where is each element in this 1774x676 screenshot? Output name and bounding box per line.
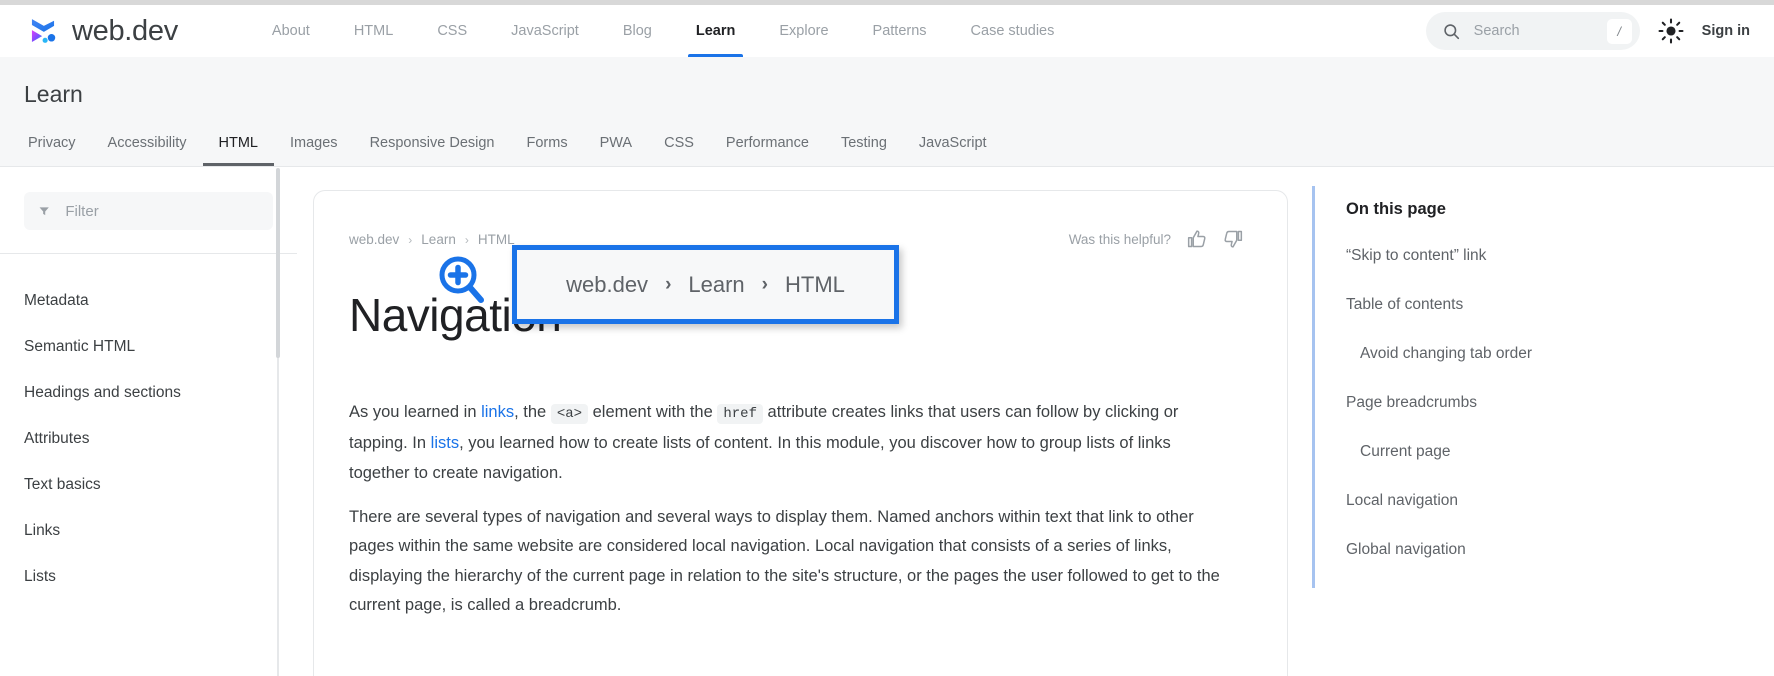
tab-performance[interactable]: Performance bbox=[710, 120, 825, 166]
callout-separator-icon: › bbox=[665, 274, 671, 296]
on-this-page-toc: On this page “Skip to content” link Tabl… bbox=[1312, 186, 1774, 588]
sun-icon[interactable] bbox=[1658, 18, 1684, 44]
tab-forms[interactable]: Forms bbox=[511, 120, 584, 166]
nav-item-about[interactable]: About bbox=[250, 5, 332, 57]
toc-item-current-page[interactable]: Current page bbox=[1346, 440, 1536, 464]
nav-item-learn[interactable]: Learn bbox=[674, 5, 758, 57]
para1-text-5: , you learned how to create lists of con… bbox=[349, 434, 1171, 482]
sidebar-item-links[interactable]: Links bbox=[0, 508, 297, 554]
section-header: Learn Privacy Accessibility HTML Images … bbox=[0, 57, 1774, 167]
tab-html[interactable]: HTML bbox=[203, 120, 274, 166]
breadcrumb-item-html[interactable]: HTML bbox=[478, 232, 515, 247]
para1-text-1: As you learned in bbox=[349, 403, 481, 421]
toc-item-skip-to-content-link[interactable]: “Skip to content” link bbox=[1346, 244, 1536, 268]
breadcrumb-item-webdev[interactable]: web.dev bbox=[349, 232, 399, 247]
tab-testing[interactable]: Testing bbox=[825, 120, 903, 166]
tab-css[interactable]: CSS bbox=[648, 120, 710, 166]
sign-in-button[interactable]: Sign in bbox=[1702, 23, 1750, 39]
search-shortcut-badge: / bbox=[1607, 19, 1632, 44]
breadcrumb: web.dev › Learn › HTML bbox=[349, 232, 515, 247]
breadcrumb-item-learn[interactable]: Learn bbox=[421, 232, 456, 247]
toc-item-global-navigation[interactable]: Global navigation bbox=[1346, 538, 1536, 562]
inline-link-lists[interactable]: lists bbox=[431, 434, 459, 452]
left-sidebar: Metadata Semantic HTML Headings and sect… bbox=[0, 168, 297, 676]
toc-item-page-breadcrumbs[interactable]: Page breadcrumbs bbox=[1346, 391, 1536, 415]
sidebar-item-lists[interactable]: Lists bbox=[0, 554, 297, 600]
section-title: Learn bbox=[24, 81, 83, 108]
inline-code-href: href bbox=[717, 404, 763, 424]
breadcrumb-separator-icon: › bbox=[408, 233, 412, 247]
section-tabs: Privacy Accessibility HTML Images Respon… bbox=[12, 120, 1003, 166]
filter-input[interactable] bbox=[63, 202, 259, 221]
helpful-label: Was this helpful? bbox=[1069, 232, 1171, 247]
brand-name: web.dev bbox=[72, 15, 178, 48]
global-header: web.dev About HTML CSS JavaScript Blog L… bbox=[0, 5, 1774, 57]
sidebar-item-metadata[interactable]: Metadata bbox=[0, 278, 297, 324]
filter-field[interactable] bbox=[24, 192, 273, 230]
filter-wrap bbox=[0, 168, 297, 230]
nav-item-blog[interactable]: Blog bbox=[601, 5, 674, 57]
tab-pwa[interactable]: PWA bbox=[584, 120, 649, 166]
para1-text-3: element with the bbox=[588, 403, 717, 421]
sidebar-item-attributes[interactable]: Attributes bbox=[0, 416, 297, 462]
nav-item-case-studies[interactable]: Case studies bbox=[949, 5, 1077, 57]
body-paragraph-1: As you learned in links, the <a> element… bbox=[349, 398, 1229, 489]
nav-item-javascript[interactable]: JavaScript bbox=[489, 5, 601, 57]
tab-privacy[interactable]: Privacy bbox=[12, 120, 92, 166]
inline-link-links[interactable]: links bbox=[481, 403, 514, 421]
magnified-breadcrumb-callout: web.dev › Learn › HTML bbox=[512, 245, 899, 324]
brand-logo-link[interactable]: web.dev bbox=[26, 14, 178, 48]
nav-item-patterns[interactable]: Patterns bbox=[851, 5, 949, 57]
tab-javascript[interactable]: JavaScript bbox=[903, 120, 1003, 166]
callout-breadcrumb-item-html[interactable]: HTML bbox=[785, 272, 845, 298]
body-paragraph-2: There are several types of navigation an… bbox=[349, 503, 1229, 621]
tab-images[interactable]: Images bbox=[274, 120, 354, 166]
was-this-helpful: Was this helpful? bbox=[1069, 229, 1243, 249]
callout-breadcrumb-item-learn[interactable]: Learn bbox=[688, 272, 744, 298]
nav-item-html[interactable]: HTML bbox=[332, 5, 415, 57]
toc-item-table-of-contents[interactable]: Table of contents bbox=[1346, 293, 1536, 317]
magnifier-plus-icon bbox=[438, 255, 486, 303]
search-box[interactable]: / bbox=[1426, 12, 1640, 50]
toc-title: On this page bbox=[1346, 200, 1774, 219]
sidebar-item-headings-and-sections[interactable]: Headings and sections bbox=[0, 370, 297, 416]
sidebar-item-text-basics[interactable]: Text basics bbox=[0, 462, 297, 508]
callout-separator-icon: › bbox=[762, 274, 768, 296]
thumb-down-icon[interactable] bbox=[1223, 229, 1243, 249]
tab-accessibility[interactable]: Accessibility bbox=[92, 120, 203, 166]
breadcrumb-separator-icon: › bbox=[465, 233, 469, 247]
sidebar-nav: Metadata Semantic HTML Headings and sect… bbox=[0, 254, 297, 600]
search-icon bbox=[1442, 22, 1461, 41]
search-input[interactable] bbox=[1472, 22, 1584, 40]
sidebar-scrollbar-thumb[interactable] bbox=[276, 168, 280, 358]
tab-responsive-design[interactable]: Responsive Design bbox=[354, 120, 511, 166]
nav-item-explore[interactable]: Explore bbox=[757, 5, 850, 57]
callout-breadcrumb: web.dev › Learn › HTML bbox=[566, 272, 845, 298]
sidebar-item-semantic-html[interactable]: Semantic HTML bbox=[0, 324, 297, 370]
primary-nav: About HTML CSS JavaScript Blog Learn Exp… bbox=[250, 5, 1076, 57]
callout-breadcrumb-item-webdev[interactable]: web.dev bbox=[566, 272, 648, 298]
toc-item-avoid-changing-tab-order[interactable]: Avoid changing tab order bbox=[1346, 342, 1536, 366]
thumb-up-icon[interactable] bbox=[1187, 229, 1207, 249]
filter-icon bbox=[38, 204, 50, 218]
web-dev-logo-icon bbox=[26, 14, 60, 48]
toc-item-local-navigation[interactable]: Local navigation bbox=[1346, 489, 1536, 513]
nav-item-css[interactable]: CSS bbox=[415, 5, 489, 57]
inline-code-anchor-element: <a> bbox=[551, 404, 588, 424]
para1-text-2: , the bbox=[514, 403, 551, 421]
header-actions: / Sign in bbox=[1426, 12, 1750, 50]
